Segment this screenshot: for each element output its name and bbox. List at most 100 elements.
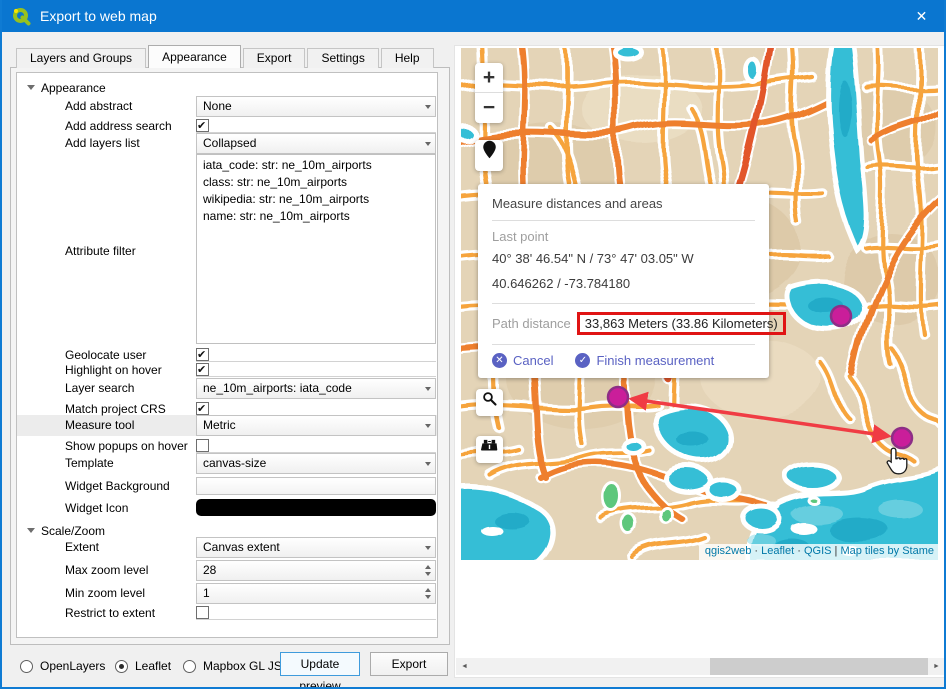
- qgis2web-link[interactable]: qgis2web: [705, 545, 751, 557]
- export-to-web-map-dialog: Export to web map ✕ Layers and Groups Ap…: [0, 0, 946, 689]
- locate-layer-button[interactable]: [476, 436, 503, 463]
- match-project-crs-checkbox[interactable]: [196, 402, 209, 415]
- attribute-filter-item[interactable]: class: str: ne_10m_airports: [203, 174, 429, 191]
- add-abstract-select[interactable]: None: [196, 96, 436, 117]
- radio-openlayers[interactable]: OpenLayers: [20, 657, 105, 675]
- tree-row-add-abstract: Add abstract None: [17, 96, 437, 117]
- restrict-to-extent-checkbox[interactable]: [196, 606, 209, 619]
- add-layers-list-select[interactable]: Collapsed: [196, 133, 436, 154]
- geolocate-user-checkbox[interactable]: [196, 348, 209, 361]
- tree-row-add-layers-list: Add layers list Collapsed: [17, 133, 437, 154]
- scroll-left-arrow[interactable]: ◄: [456, 658, 473, 675]
- collapse-triangle-icon[interactable]: [27, 528, 35, 533]
- tree-row-add-address-search: Add address search: [17, 119, 437, 133]
- last-point-label: Last point: [492, 229, 755, 244]
- measure-popup-title: Measure distances and areas: [492, 196, 755, 211]
- tree-row-show-popups-on-hover: Show popups on hover: [17, 439, 437, 453]
- tree-row-match-project-crs: Match project CRS: [17, 402, 437, 416]
- tree-group-appearance[interactable]: Appearance: [17, 79, 437, 97]
- hand-cursor-icon: [885, 446, 909, 476]
- spin-down-icon[interactable]: [425, 572, 431, 576]
- update-preview-button[interactable]: Update preview: [280, 652, 360, 676]
- spin-up-icon[interactable]: [425, 588, 431, 592]
- max-zoom-level-spinbox[interactable]: 28: [196, 560, 436, 581]
- cancel-circle-icon: ✕: [492, 353, 507, 368]
- finish-measurement-link[interactable]: ✓ Finish measurement: [575, 353, 714, 368]
- zoom-in-button[interactable]: +: [475, 63, 503, 93]
- extent-select[interactable]: Canvas extent: [196, 537, 436, 558]
- widget-icon-color-swatch[interactable]: [196, 499, 436, 516]
- tree-row-measure-tool: Measure tool Metric: [17, 415, 437, 436]
- radio-mapbox-gl-js[interactable]: Mapbox GL JS: [183, 657, 282, 675]
- min-zoom-level-spinbox[interactable]: 1: [196, 583, 436, 604]
- tab-layers-and-groups[interactable]: Layers and Groups: [16, 48, 146, 68]
- leaflet-map-preview[interactable]: + −: [461, 48, 938, 560]
- tree-row-highlight-on-hover: Highlight on hover: [17, 363, 437, 377]
- cancel-link[interactable]: ✕ Cancel: [492, 353, 553, 368]
- show-popups-on-hover-checkbox[interactable]: [196, 439, 209, 452]
- binoculars-icon: [481, 438, 498, 453]
- scrollbar-thumb[interactable]: [710, 658, 929, 675]
- measure-popup-actions: ✕ Cancel ✓ Finish measurement: [492, 353, 755, 368]
- airport-marker[interactable]: [892, 428, 912, 448]
- attribute-filter-list[interactable]: iata_code: str: ne_10m_airports class: s…: [196, 154, 436, 344]
- radio-circle-icon: [20, 660, 33, 673]
- tree-row-min-zoom-level: Min zoom level 1: [17, 582, 437, 604]
- search-icon: [482, 391, 497, 406]
- tab-export[interactable]: Export: [243, 48, 306, 68]
- zoom-out-button[interactable]: −: [475, 93, 503, 123]
- chevron-down-icon: [425, 105, 431, 109]
- chevron-down-icon: [425, 424, 431, 428]
- tree-row-max-zoom-level: Max zoom level 28: [17, 559, 437, 581]
- web-map-preview-panel: + −: [454, 45, 946, 678]
- horizontal-scrollbar[interactable]: ◄ ►: [456, 658, 945, 675]
- last-point-dms: 40° 38' 46.54" N / 73° 47' 03.05" W: [492, 249, 755, 269]
- chevron-down-icon: [425, 462, 431, 466]
- map-attribution: qgis2web · Leaflet · QGIS | Map tiles by…: [699, 544, 938, 560]
- leaflet-link[interactable]: Leaflet: [761, 545, 794, 557]
- airport-marker[interactable]: [831, 306, 851, 326]
- window-titlebar: Export to web map ✕: [2, 0, 944, 32]
- airport-marker[interactable]: [608, 387, 628, 407]
- chevron-down-icon: [425, 387, 431, 391]
- tab-help[interactable]: Help: [381, 48, 434, 68]
- layer-search-select[interactable]: ne_10m_airports: iata_code: [196, 378, 436, 399]
- tree-row-layer-search: Layer search ne_10m_airports: iata_code: [17, 378, 437, 399]
- close-button[interactable]: ✕: [899, 0, 944, 32]
- tree-row-widget-icon: Widget Icon: [17, 499, 437, 519]
- path-distance-value-annotated: 33,863 Meters (33.86 Kilometers): [577, 312, 786, 335]
- widget-background-color-swatch[interactable]: [196, 477, 436, 495]
- qgis-logo-icon: [11, 6, 31, 26]
- tab-bar: Layers and Groups Appearance Export Sett…: [16, 45, 436, 68]
- appearance-settings-tree: Appearance Add abstract None Add address…: [16, 72, 438, 638]
- measure-tool-button[interactable]: [475, 140, 503, 171]
- path-distance-label: Path distance: [492, 316, 571, 331]
- tree-row-extent: Extent Canvas extent: [17, 536, 437, 558]
- tree-row-geolocate-user: Geolocate user: [17, 348, 437, 362]
- qgis-link[interactable]: QGIS: [804, 545, 832, 557]
- attribute-filter-item[interactable]: name: str: ne_10m_airports: [203, 208, 429, 225]
- attribute-filter-item[interactable]: wikipedia: str: ne_10m_airports: [203, 191, 429, 208]
- highlight-on-hover-checkbox[interactable]: [196, 363, 209, 376]
- tree-row-attribute-filter: Attribute filter iata_code: str: ne_10m_…: [17, 154, 437, 344]
- map-pin-icon: [482, 140, 497, 159]
- stamen-tiles-link[interactable]: Map tiles by Stame: [840, 545, 934, 557]
- radio-leaflet[interactable]: Leaflet: [115, 657, 171, 675]
- attribute-filter-item[interactable]: iata_code: str: ne_10m_airports: [203, 157, 429, 174]
- tab-settings[interactable]: Settings: [307, 48, 378, 68]
- tab-appearance[interactable]: Appearance: [148, 45, 241, 68]
- export-button[interactable]: Export: [370, 652, 448, 676]
- collapse-triangle-icon[interactable]: [27, 85, 35, 90]
- template-select[interactable]: canvas-size: [196, 453, 436, 474]
- search-button[interactable]: [476, 389, 503, 416]
- last-point-decimal: 40.646262 / -73.784180: [492, 274, 755, 294]
- add-address-search-checkbox[interactable]: [196, 119, 209, 132]
- scroll-right-arrow[interactable]: ►: [928, 658, 945, 675]
- minus-icon: −: [483, 96, 495, 119]
- spin-up-icon[interactable]: [425, 565, 431, 569]
- chevron-down-icon: [425, 546, 431, 550]
- spin-down-icon[interactable]: [425, 595, 431, 599]
- measure-tool-select[interactable]: Metric: [196, 415, 436, 436]
- path-distance-row: Path distance 33,863 Meters (33.86 Kilom…: [492, 312, 755, 335]
- measure-popup: Measure distances and areas Last point 4…: [478, 184, 769, 378]
